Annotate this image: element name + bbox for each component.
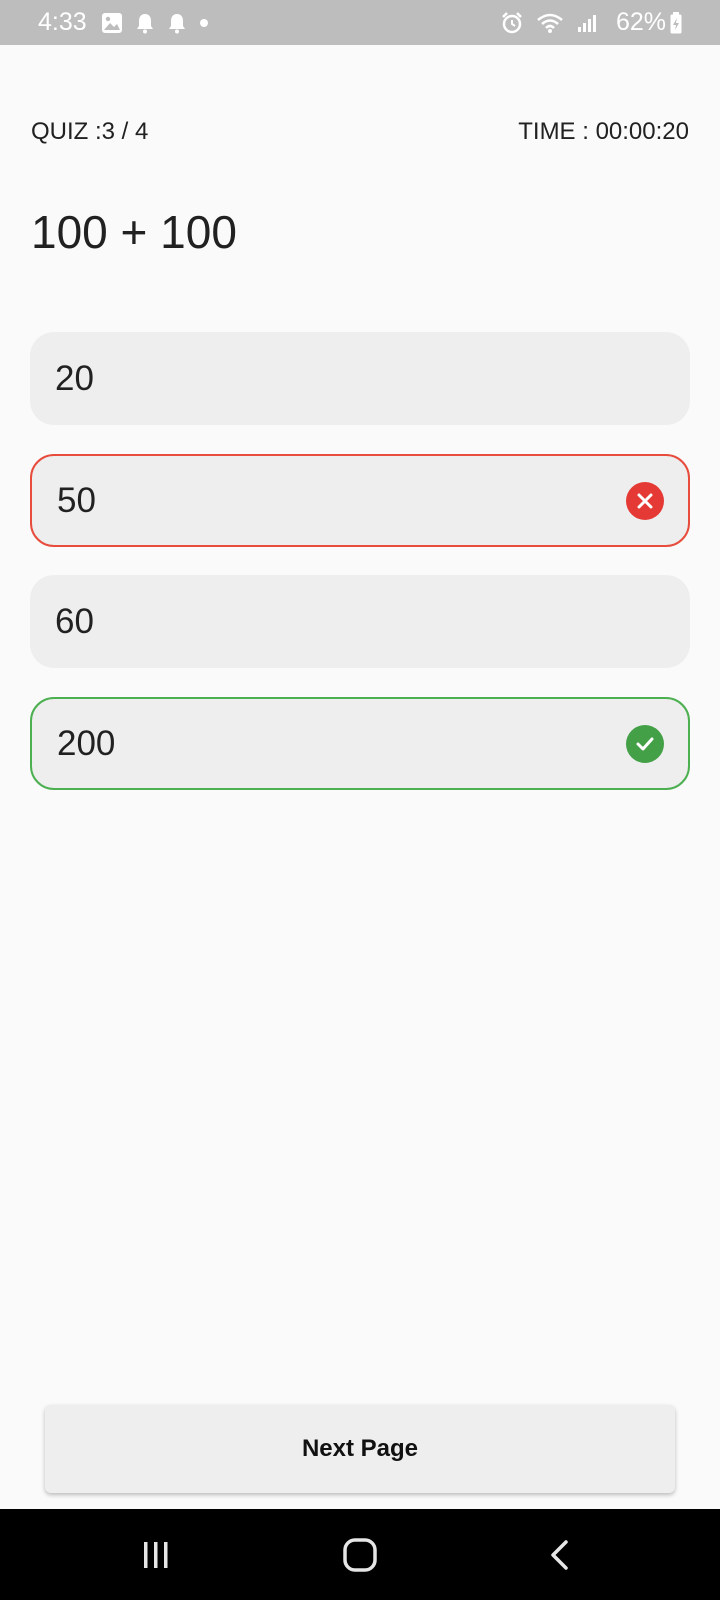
recents-icon[interactable] [120, 1509, 192, 1600]
status-bar: 4:33 62% [0, 0, 720, 45]
answer-option-wrong[interactable]: 50 [30, 454, 690, 547]
home-icon[interactable] [322, 1509, 398, 1600]
wrong-x-icon [626, 481, 664, 520]
image-icon [101, 12, 123, 34]
bell-icon [135, 12, 155, 34]
answer-option[interactable]: 20 [30, 332, 690, 425]
status-right: 62% [500, 8, 682, 37]
answer-label: 20 [55, 358, 94, 398]
answer-label: 200 [57, 723, 116, 763]
dot-icon [199, 18, 209, 28]
back-icon[interactable] [525, 1509, 597, 1600]
check-icon [626, 724, 664, 763]
question-text: 100 + 100 [31, 206, 237, 258]
answer-label: 50 [57, 480, 96, 520]
bell-icon [167, 12, 187, 34]
battery-icon [670, 11, 682, 34]
quiz-timer: TIME : 00:00:20 [518, 118, 689, 145]
answer-option-correct[interactable]: 200 [30, 697, 690, 790]
answer-option[interactable]: 60 [30, 575, 690, 668]
answer-label: 60 [55, 601, 94, 641]
alarm-icon [500, 11, 524, 35]
battery-percent: 62% [615, 8, 666, 36]
signal-icon [576, 12, 598, 34]
quiz-counter: QUIZ :3 / 4 [31, 118, 149, 145]
wifi-icon [536, 12, 564, 34]
next-page-button[interactable]: Next Page [45, 1405, 675, 1493]
navigation-bar [0, 1509, 720, 1600]
status-time: 4:33 [38, 8, 87, 36]
